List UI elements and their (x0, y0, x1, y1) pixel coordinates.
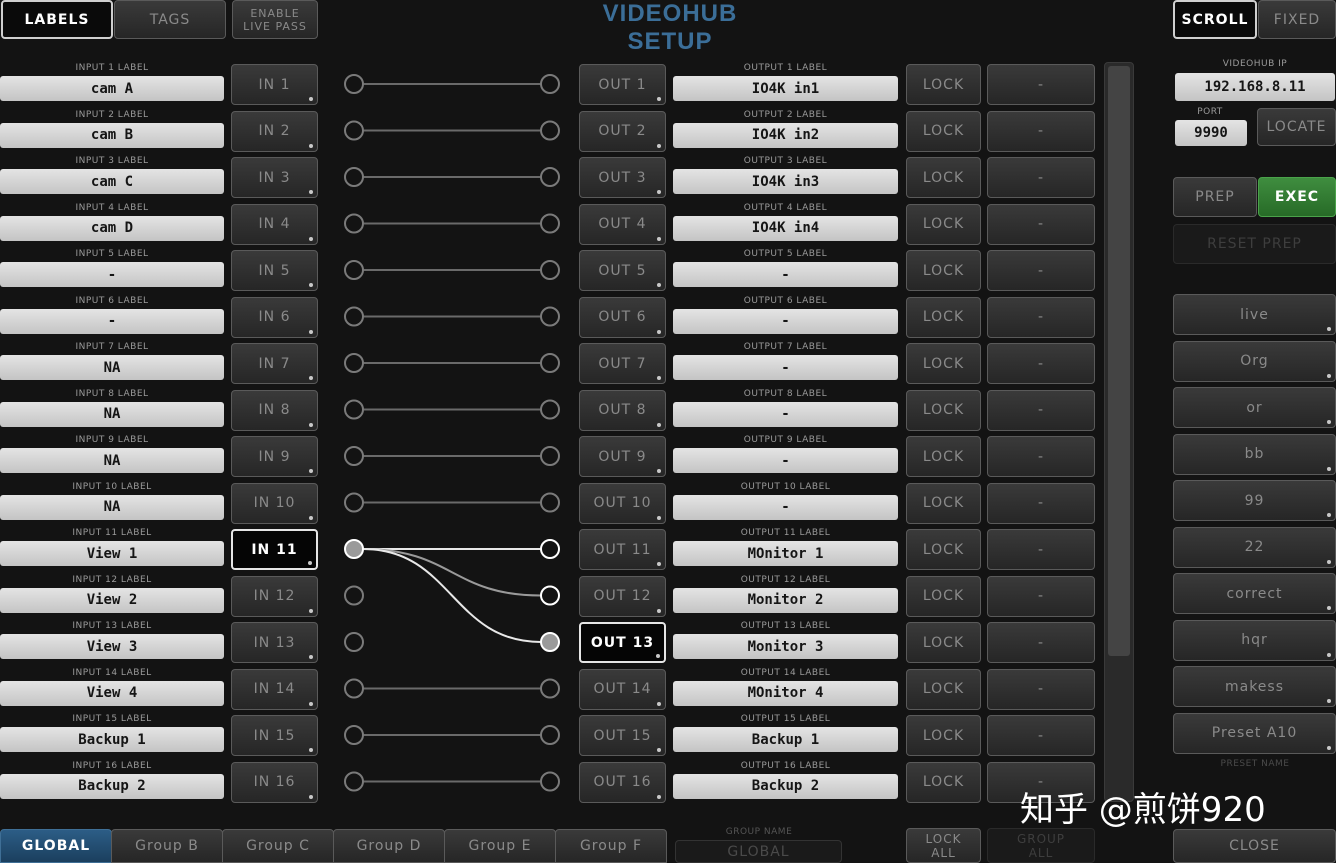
group-name-caption: GROUP NAME (725, 827, 793, 837)
output-node[interactable] (540, 725, 560, 745)
output-node[interactable] (540, 167, 560, 187)
output-node[interactable] (540, 306, 560, 327)
input-node[interactable] (344, 399, 364, 420)
output-node[interactable] (540, 632, 560, 652)
group-tab-label: Group F (579, 838, 643, 854)
group-all-button[interactable]: GROUP ALL (987, 828, 1095, 863)
group-name-field[interactable]: GLOBAL (675, 840, 842, 863)
group-tab-label: Group B (135, 838, 199, 854)
input-node[interactable] (344, 492, 364, 513)
output-node[interactable] (540, 213, 560, 234)
output-node[interactable] (540, 771, 560, 792)
group-tab[interactable]: Group B (111, 829, 223, 863)
input-node[interactable] (344, 539, 364, 559)
output-node[interactable] (540, 260, 560, 280)
group-all-line1: GROUP (1016, 831, 1066, 846)
input-node[interactable] (344, 585, 364, 606)
input-node[interactable] (344, 120, 364, 141)
lock-all-button[interactable]: LOCK ALL (906, 828, 981, 863)
scrollbar-thumb[interactable] (1108, 66, 1130, 656)
group-tab[interactable]: Group D (333, 829, 445, 863)
group-tab-label: Group D (356, 838, 422, 854)
routing-diagram (344, 74, 560, 792)
output-node[interactable] (540, 446, 560, 466)
output-node[interactable] (540, 74, 560, 94)
input-node[interactable] (344, 771, 364, 792)
input-node[interactable] (344, 446, 364, 466)
group-tab[interactable]: Group F (555, 829, 667, 863)
input-node[interactable] (344, 213, 364, 234)
group-name-value: GLOBAL (727, 843, 790, 860)
output-node[interactable] (540, 399, 560, 420)
input-node[interactable] (344, 353, 364, 373)
group-tab-label: GLOBAL (21, 838, 91, 854)
output-node[interactable] (540, 678, 560, 699)
group-tab[interactable]: Group C (222, 829, 334, 863)
input-node[interactable] (344, 725, 364, 745)
input-node[interactable] (344, 167, 364, 187)
input-node[interactable] (344, 74, 364, 94)
group-tab-label: Group E (468, 838, 532, 854)
input-node[interactable] (344, 632, 364, 652)
input-node[interactable] (344, 260, 364, 280)
output-node[interactable] (540, 120, 560, 141)
group-all-line2: ALL (1028, 845, 1054, 860)
output-node[interactable] (540, 585, 560, 606)
output-node[interactable] (540, 492, 560, 513)
group-tab[interactable]: GLOBAL (0, 829, 112, 863)
group-tab[interactable]: Group E (444, 829, 556, 863)
watermark-text: 知乎 @煎饼920 (1020, 790, 1266, 830)
output-node[interactable] (540, 539, 560, 559)
group-tab-label: Group C (246, 838, 310, 854)
lock-all-line2: ALL (931, 845, 956, 860)
input-node[interactable] (344, 306, 364, 327)
route-line (362, 548, 542, 597)
output-node[interactable] (540, 353, 560, 373)
lock-all-line1: LOCK (925, 831, 962, 846)
input-node[interactable] (344, 678, 364, 699)
route-line (362, 548, 542, 643)
